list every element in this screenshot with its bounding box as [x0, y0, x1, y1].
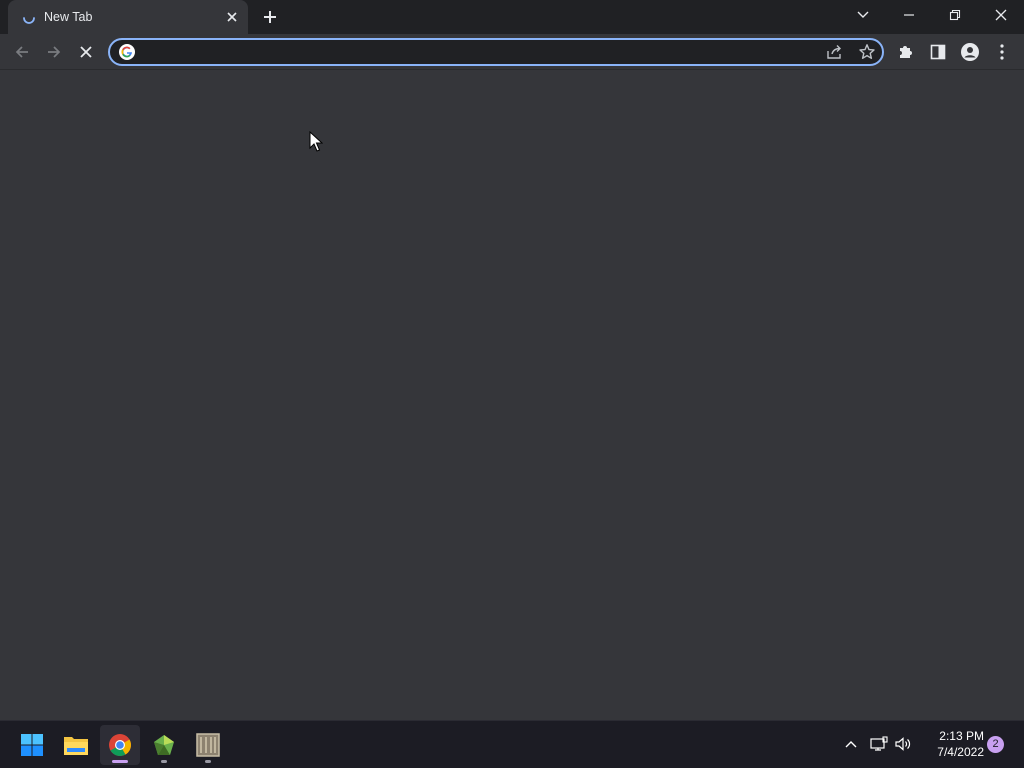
- stop-icon[interactable]: [74, 40, 98, 64]
- bookmark-star-icon[interactable]: [858, 43, 876, 61]
- windows-start-icon[interactable]: [12, 725, 52, 765]
- chevron-up-icon[interactable]: [840, 733, 862, 755]
- back-arrow-icon[interactable]: [10, 40, 34, 64]
- side-panel-icon[interactable]: [926, 40, 950, 64]
- address-input[interactable]: [140, 42, 820, 62]
- tab-new-tab[interactable]: New Tab: [8, 0, 248, 34]
- loading-spinner-icon: [23, 17, 35, 24]
- title-bar: New Tab: [0, 0, 1024, 34]
- forward-arrow-icon[interactable]: [42, 40, 66, 64]
- google-icon: [119, 44, 135, 60]
- close-icon[interactable]: [978, 0, 1024, 30]
- address-bar[interactable]: [108, 38, 884, 66]
- toolbar: [0, 34, 1024, 70]
- new-tab-plus-icon[interactable]: [259, 6, 281, 28]
- network-icon[interactable]: [868, 733, 890, 755]
- notification-count-badge[interactable]: 2: [987, 736, 1004, 753]
- clock-date: 7/4/2022: [937, 745, 984, 759]
- menu-icon[interactable]: [990, 40, 1014, 64]
- chrome-icon[interactable]: [100, 725, 140, 765]
- clock-time: 2:13 PM: [939, 729, 984, 743]
- browser-window: New Tab: [0, 0, 1024, 720]
- share-icon[interactable]: [826, 44, 844, 60]
- file-explorer-icon[interactable]: [56, 725, 96, 765]
- image-app-icon[interactable]: [188, 725, 228, 765]
- mouse-pointer-icon: [309, 131, 323, 152]
- tab-title: New Tab: [44, 10, 93, 24]
- taskbar: 2:13 PM 7/4/2022: [0, 720, 1024, 768]
- extensions-icon[interactable]: [894, 40, 918, 64]
- system-clock[interactable]: 2:13 PM 7/4/2022: [918, 728, 984, 760]
- page-content: [0, 71, 1024, 720]
- green-gem-app-icon[interactable]: [144, 725, 184, 765]
- minimize-icon[interactable]: [886, 0, 932, 30]
- restore-icon[interactable]: [932, 0, 978, 30]
- volume-icon[interactable]: [892, 733, 914, 755]
- tab-search-icon[interactable]: [840, 0, 886, 30]
- profile-icon[interactable]: [958, 40, 982, 64]
- tab-close-icon[interactable]: [224, 9, 240, 25]
